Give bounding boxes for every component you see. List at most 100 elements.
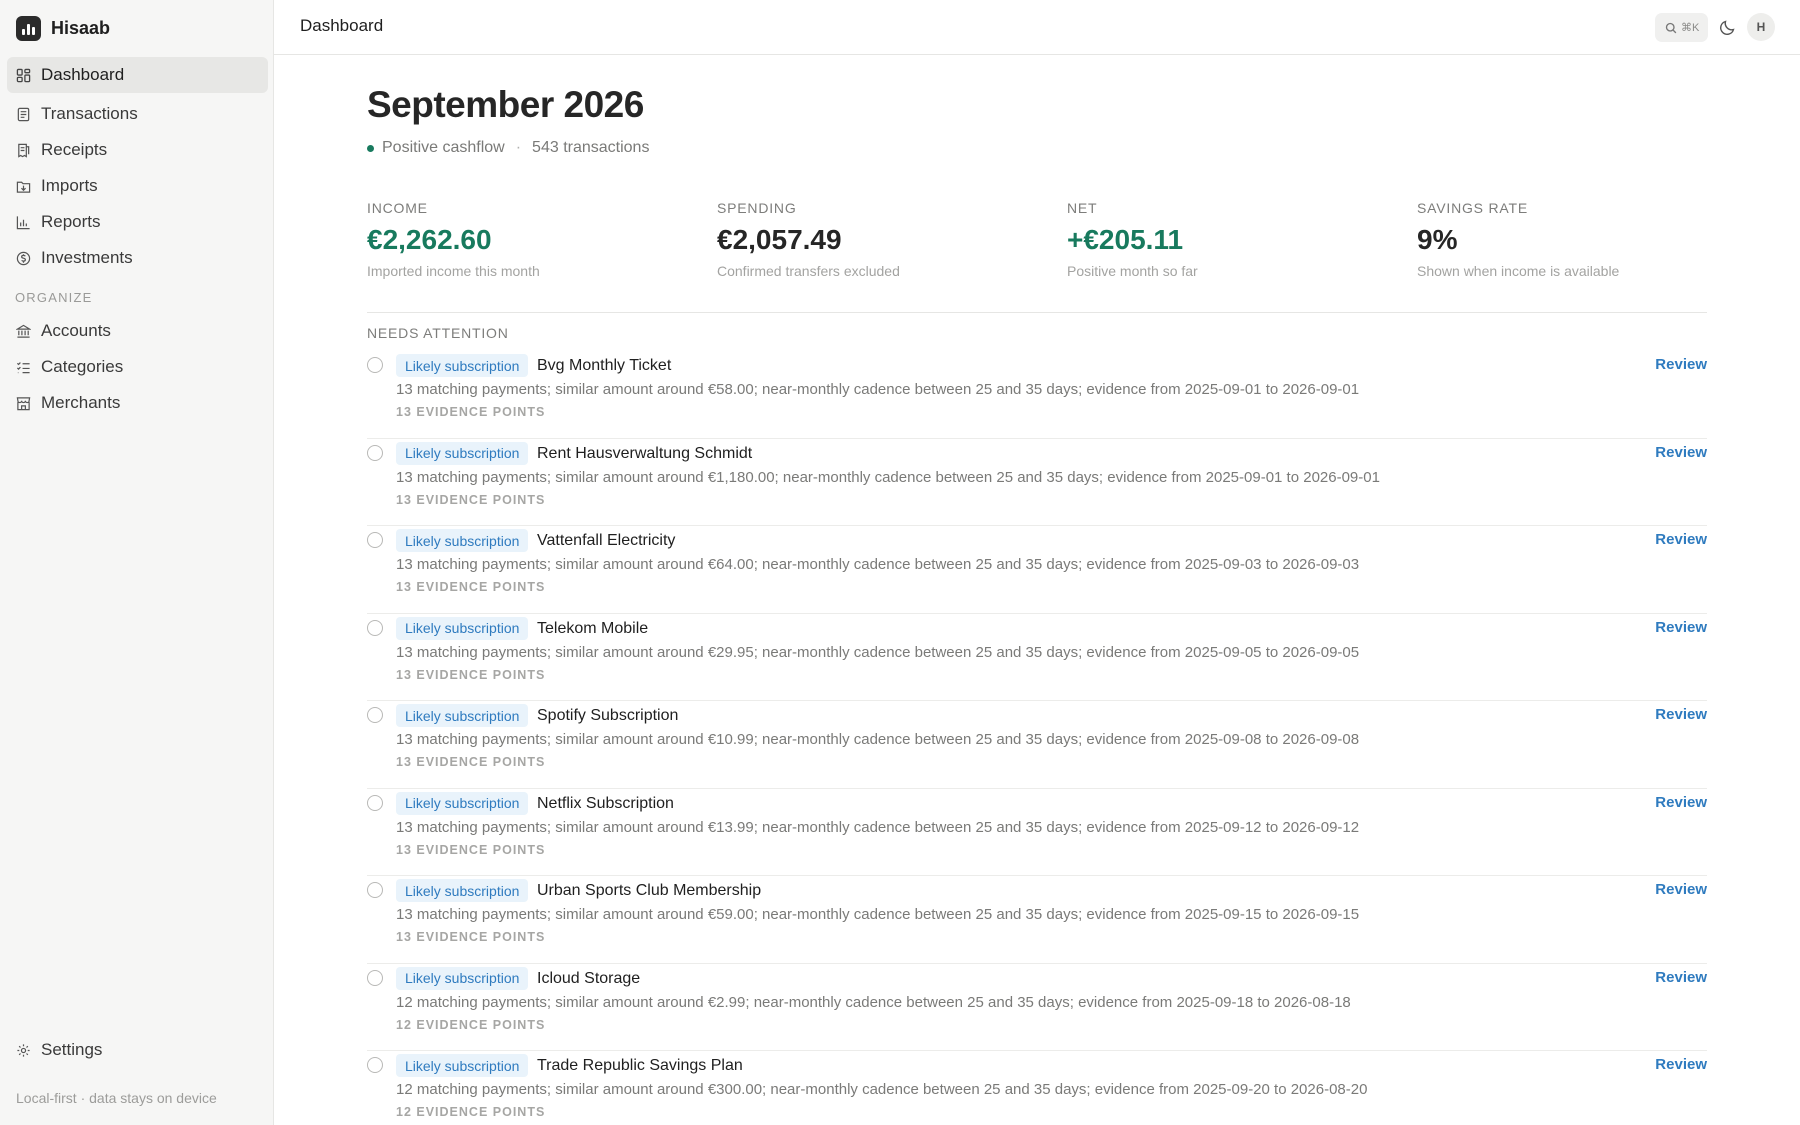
stat-note: Imported income this month: [367, 263, 540, 279]
attention-row: Likely subscription Urban Sports Club Me…: [367, 876, 1707, 964]
match-detail: 13 matching payments; similar amount aro…: [396, 818, 1360, 836]
merchant-name: Netflix Subscription: [537, 794, 674, 812]
needs-attention-label: NEEDS ATTENTION: [367, 325, 509, 341]
settings-nav: Settings: [7, 1032, 268, 1068]
merchant-name: Telekom Mobile: [537, 619, 649, 637]
moon-icon[interactable]: [1718, 17, 1738, 37]
sidebar-item-settings[interactable]: Settings: [7, 1032, 268, 1068]
brand[interactable]: Hisaab: [16, 15, 110, 41]
merchant-name: Vattenfall Electricity: [537, 532, 676, 549]
coin-icon: [16, 251, 31, 265]
sidebar-item-label: Accounts: [41, 321, 111, 340]
row-checkbox[interactable]: [367, 357, 383, 373]
document-icon: [17, 107, 30, 121]
row-checkbox[interactable]: [367, 532, 383, 548]
sidebar: Hisaab Dashboard Transactions Receipts I…: [0, 0, 274, 1125]
merchant-name: Rent Hausverwaltung Schmidt: [537, 444, 753, 462]
review-link[interactable]: Review: [1655, 969, 1707, 986]
sidebar-item-accounts[interactable]: Accounts: [7, 313, 268, 349]
sidebar-item-receipts[interactable]: Receipts: [7, 132, 268, 168]
sidebar-item-merchants[interactable]: Merchants: [7, 385, 268, 421]
attention-row: Likely subscription Vattenfall Electrici…: [367, 526, 1707, 614]
attention-row: Likely subscription Bvg Monthly Ticket 1…: [367, 351, 1707, 439]
merchant-name: Icloud Storage: [537, 969, 641, 987]
sidebar-item-label: Settings: [41, 1040, 103, 1059]
row-checkbox[interactable]: [367, 1057, 383, 1073]
match-detail: 12 matching payments; similar amount aro…: [396, 993, 1351, 1011]
attention-list: Likely subscription Bvg Monthly Ticket 1…: [367, 351, 1707, 1125]
subscription-badge: Likely subscription: [396, 704, 529, 727]
stat-value: +€205.11: [1067, 224, 1184, 255]
search-shortcut: ⌘K: [1681, 22, 1700, 34]
sidebar-item-reports[interactable]: Reports: [7, 204, 268, 240]
review-link[interactable]: Review: [1655, 1056, 1707, 1073]
transaction-count: 543 transactions: [532, 139, 650, 156]
topbar: Dashboard ⌘K H: [274, 0, 1800, 55]
sidebar-item-label: Merchants: [41, 393, 121, 412]
separator: ·: [515, 139, 522, 156]
stat-net: NET +€205.11 Positive month so far: [1067, 200, 1387, 279]
receipt-icon: [18, 143, 30, 158]
review-link[interactable]: Review: [1655, 794, 1707, 811]
gear-icon: [17, 1043, 30, 1057]
stat-savings-rate: SAVINGS RATE 9% Shown when income is ava…: [1417, 200, 1737, 279]
sidebar-item-label: Reports: [41, 212, 101, 231]
evidence-count: 12 EVIDENCE POINTS: [396, 1017, 546, 1032]
row-checkbox[interactable]: [367, 794, 383, 811]
review-link[interactable]: Review: [1655, 706, 1707, 723]
subscription-badge: Likely subscription: [396, 1054, 529, 1077]
row-checkbox[interactable]: [367, 444, 383, 461]
subscription-badge: Likely subscription: [396, 616, 529, 640]
row-checkbox[interactable]: [367, 707, 383, 723]
review-link[interactable]: Review: [1655, 881, 1707, 898]
sidebar-item-label: Investments: [41, 248, 133, 267]
subscription-badge: Likely subscription: [396, 966, 529, 990]
dashboard-icon: [16, 68, 31, 82]
row-checkbox[interactable]: [367, 619, 383, 636]
attention-row: Likely subscription Netflix Subscription…: [367, 789, 1707, 876]
footer-note: Local-first · data stays on device: [16, 1090, 217, 1106]
sidebar-item-dashboard[interactable]: Dashboard: [7, 57, 268, 93]
stat-note: Confirmed transfers excluded: [717, 263, 900, 279]
match-detail: 13 matching payments; similar amount aro…: [396, 556, 1360, 573]
subscription-badge: Likely subscription: [396, 879, 529, 902]
merchant-name: Spotify Subscription: [537, 707, 679, 724]
avatar[interactable]: H: [1747, 13, 1775, 41]
bar-chart-icon: [16, 215, 30, 229]
match-detail: 13 matching payments; similar amount aro…: [396, 381, 1360, 398]
sidebar-item-imports[interactable]: Imports: [7, 168, 268, 204]
stat-value: 9%: [1417, 224, 1458, 255]
attention-row: Likely subscription Trade Republic Savin…: [367, 1051, 1707, 1125]
row-checkbox[interactable]: [367, 882, 383, 898]
evidence-count: 13 EVIDENCE POINTS: [396, 405, 546, 419]
page-title: September 2026: [367, 84, 644, 125]
sidebar-item-categories[interactable]: Categories: [7, 349, 268, 385]
match-detail: 13 matching payments; similar amount aro…: [396, 906, 1360, 923]
sidebar-item-label: Dashboard: [41, 65, 125, 84]
subscription-badge: Likely subscription: [396, 791, 529, 815]
folder-import-icon: [16, 181, 31, 193]
organize-section-label: ORGANIZE: [15, 290, 93, 305]
evidence-count: 13 EVIDENCE POINTS: [396, 930, 546, 944]
stat-label: NET: [1067, 200, 1098, 216]
store-icon: [16, 396, 31, 410]
subscription-badge: Likely subscription: [396, 354, 529, 377]
evidence-count: 13 EVIDENCE POINTS: [396, 580, 546, 594]
review-link[interactable]: Review: [1655, 444, 1707, 461]
sidebar-item-investments[interactable]: Investments: [7, 240, 268, 276]
review-link[interactable]: Review: [1655, 619, 1707, 636]
stat-label: SAVINGS RATE: [1417, 200, 1528, 216]
stat-label: SPENDING: [717, 200, 797, 216]
match-detail: 13 matching payments; similar amount aro…: [396, 468, 1380, 486]
review-link[interactable]: Review: [1655, 356, 1707, 373]
app-logo-icon: [16, 15, 41, 41]
row-checkbox[interactable]: [367, 969, 383, 986]
stat-income: INCOME €2,262.60 Imported income this mo…: [367, 200, 687, 279]
search-button[interactable]: ⌘K: [1655, 13, 1708, 42]
sidebar-item-transactions[interactable]: Transactions: [7, 96, 268, 132]
page-subtitle: Positive cashflow · 543 transactions: [367, 139, 649, 157]
topbar-title: Dashboard: [300, 16, 384, 35]
app-name: Hisaab: [51, 17, 111, 38]
merchant-name: Urban Sports Club Membership: [537, 882, 762, 899]
review-link[interactable]: Review: [1655, 531, 1707, 548]
